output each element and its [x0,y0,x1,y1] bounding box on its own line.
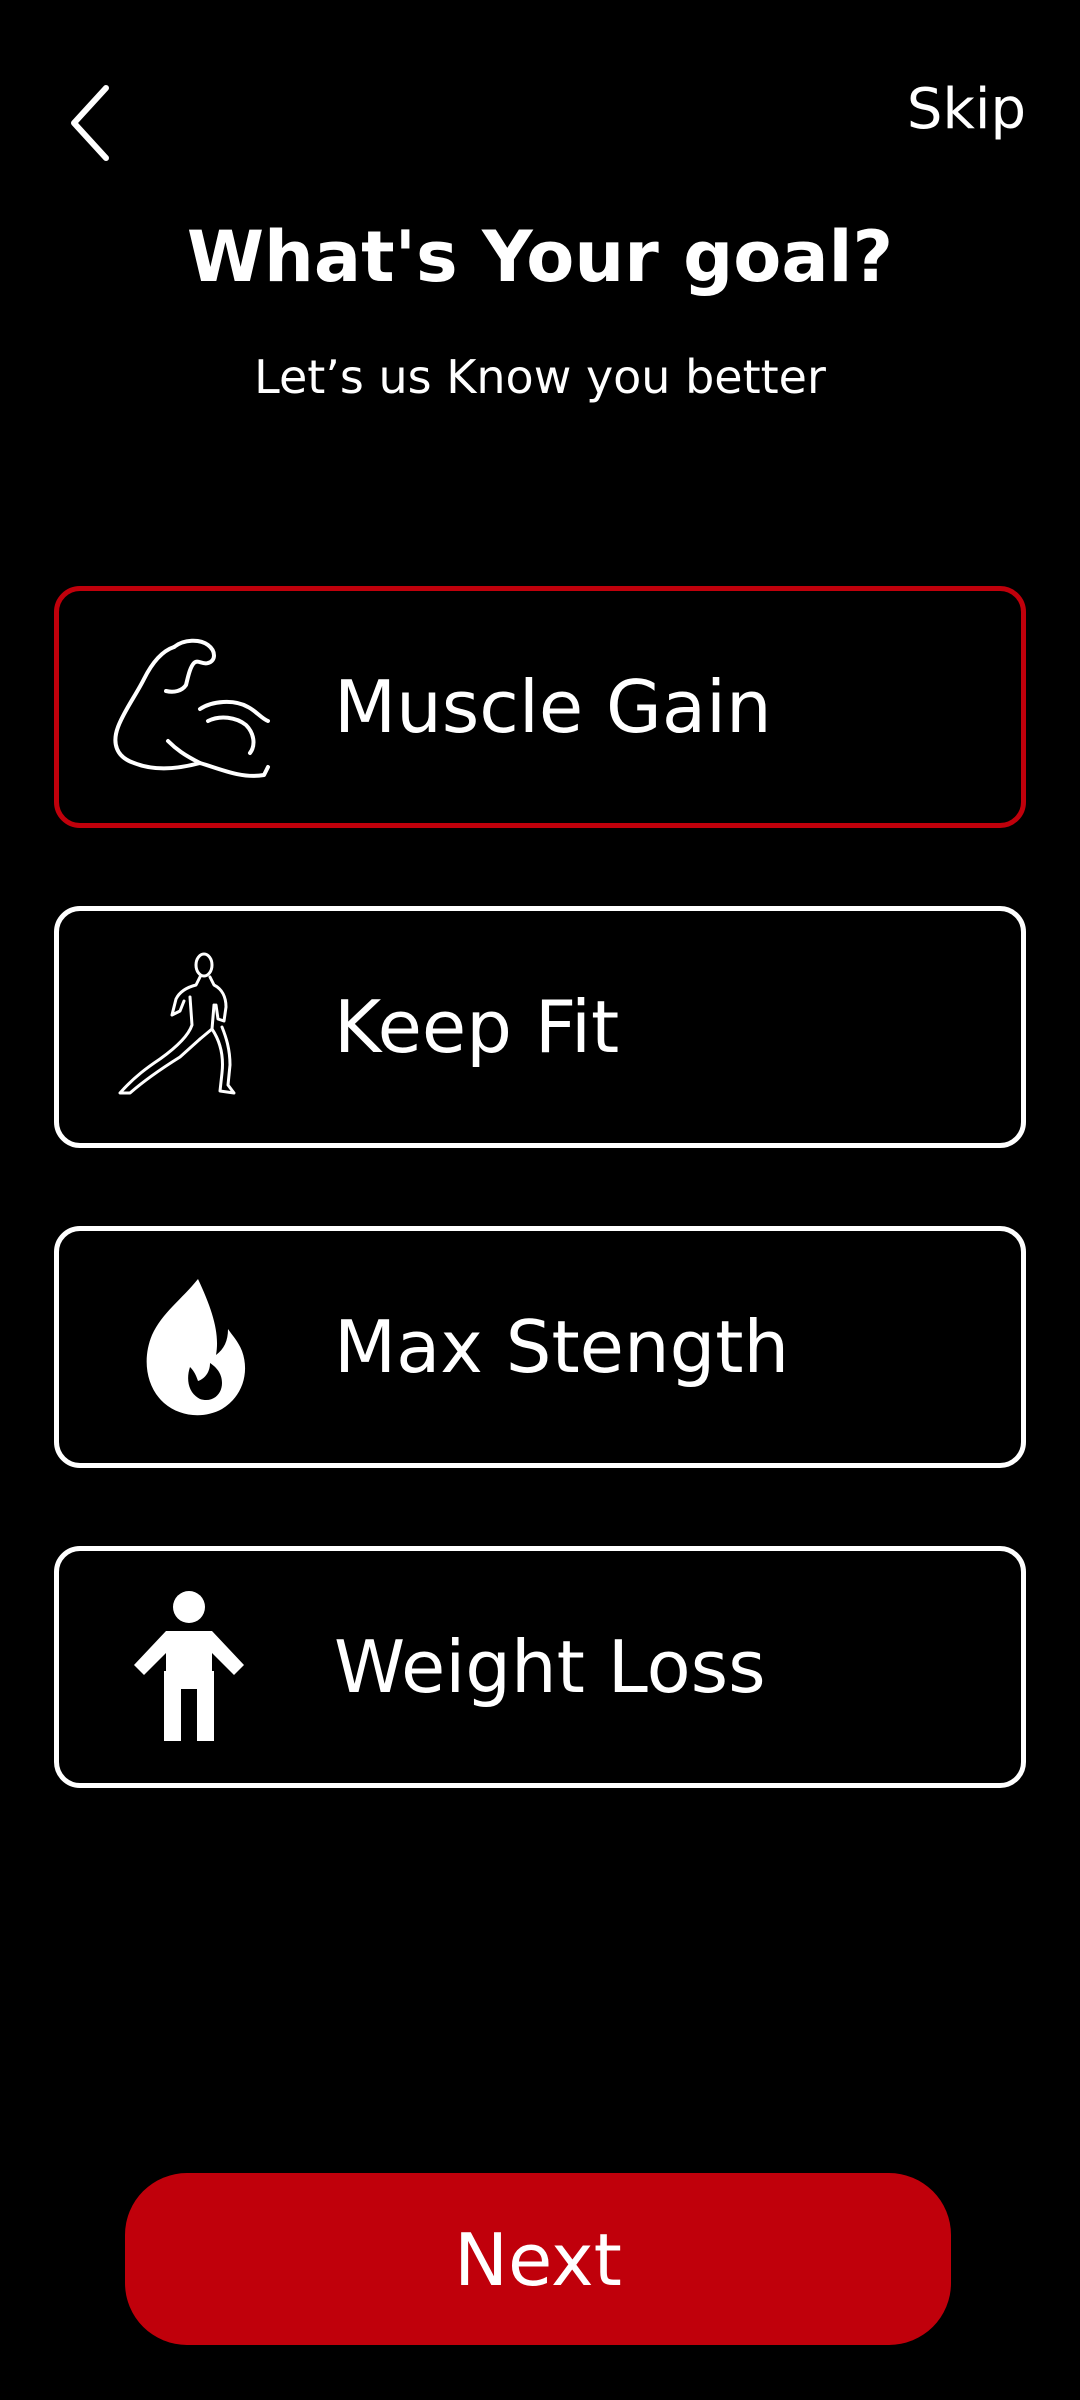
goal-option-muscle-gain[interactable]: Muscle Gain [54,586,1026,828]
stretching-person-icon [104,949,274,1109]
goal-label: Weight Loss [334,1625,766,1709]
page-title: What's Your goal? [186,216,894,298]
flexed-bicep-icon [104,629,274,789]
goal-option-weight-loss[interactable]: Weight Loss [54,1546,1026,1788]
person-icon [104,1589,274,1749]
skip-button[interactable]: Skip [907,82,1026,138]
next-button[interactable]: Next [125,2173,951,2345]
goal-label: Keep Fit [334,985,620,1069]
goal-label: Muscle Gain [334,665,772,749]
goal-list: Muscle Gain Keep Fit Max Stength Weight … [54,586,1026,1866]
chevron-left-icon [71,85,109,161]
flame-icon [104,1269,274,1429]
back-button[interactable] [58,78,128,168]
goal-option-keep-fit[interactable]: Keep Fit [54,906,1026,1148]
goal-label: Max Stength [334,1305,790,1389]
goal-option-max-strength[interactable]: Max Stength [54,1226,1026,1468]
page-subtitle: Let’s us Know you better [254,350,826,404]
